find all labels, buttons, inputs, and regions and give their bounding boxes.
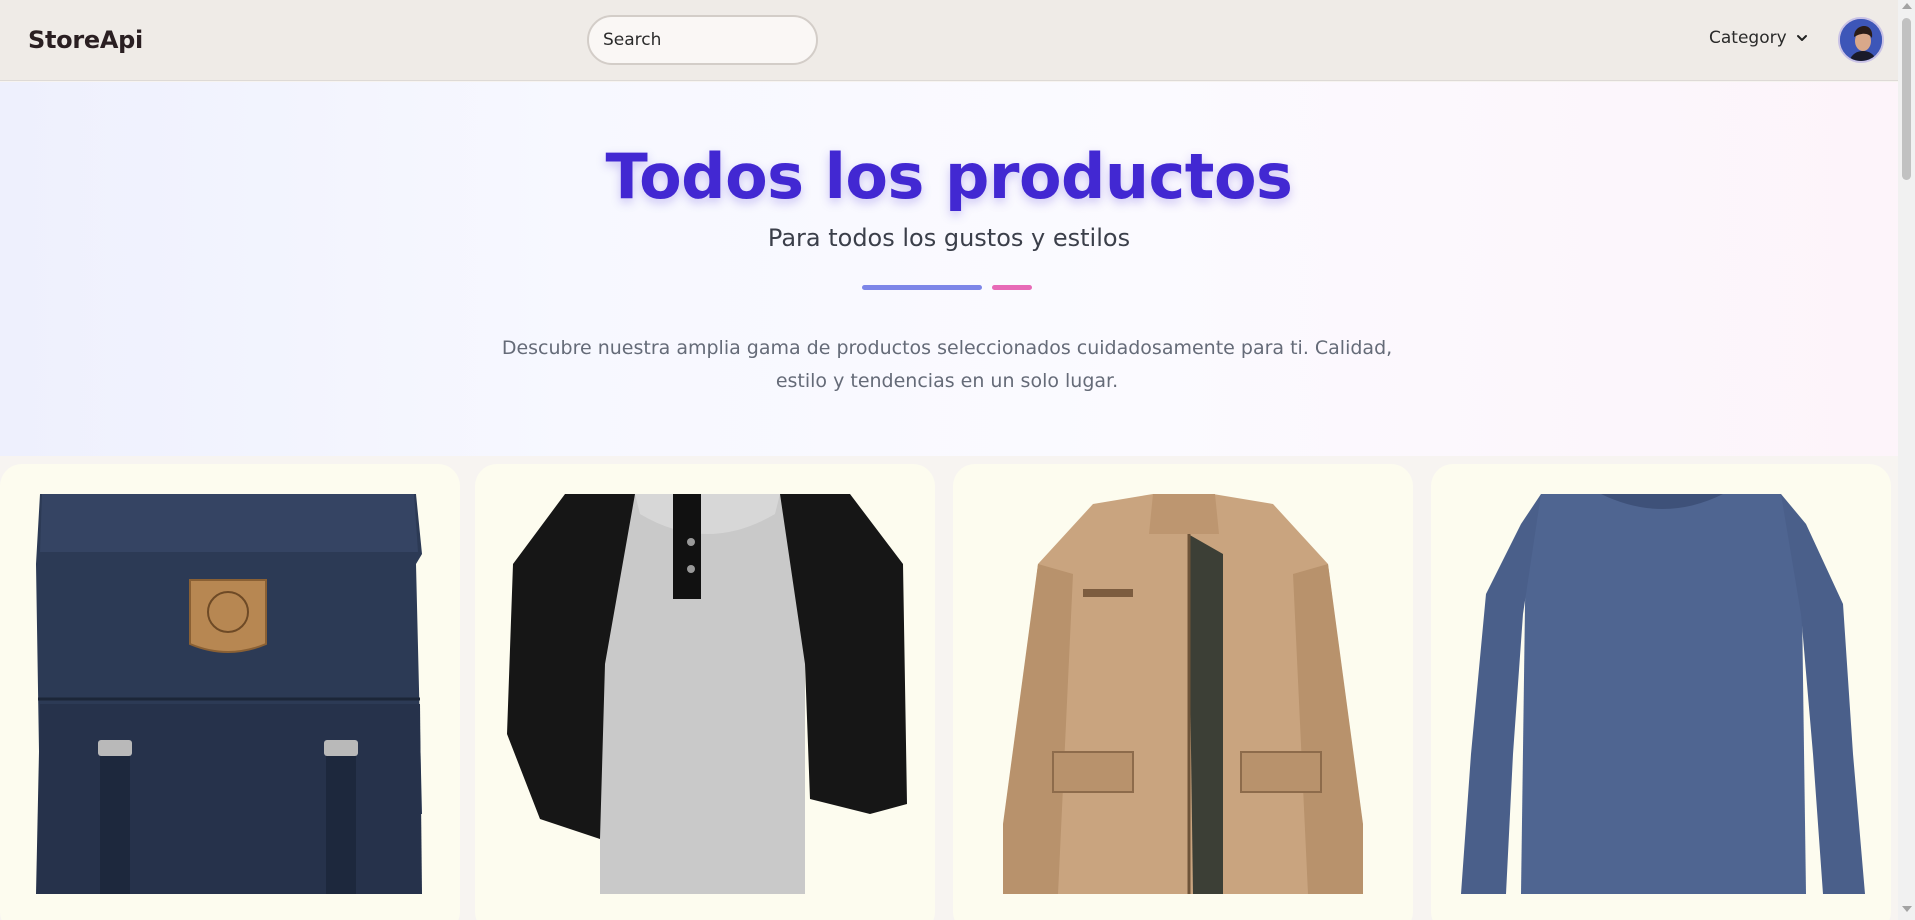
product-image-shirt xyxy=(507,494,907,894)
product-image-jacket xyxy=(1003,494,1363,894)
category-label: Category xyxy=(1709,28,1787,48)
page-title: Todos los productos xyxy=(605,140,1293,213)
accent-bar-blue xyxy=(862,285,982,290)
search-input[interactable] xyxy=(587,15,818,65)
accent-bar-pink xyxy=(992,285,1032,290)
brand-logo[interactable]: StoreApi xyxy=(28,26,143,54)
scroll-thumb[interactable] xyxy=(1902,18,1911,180)
chevron-down-icon xyxy=(1796,35,1807,41)
navbar: StoreApi Category xyxy=(0,0,1898,81)
product-card[interactable] xyxy=(0,464,460,920)
vertical-scrollbar[interactable] xyxy=(1898,0,1915,920)
hero-subtitle: Para todos los gustos y estilos xyxy=(767,224,1131,252)
product-card[interactable] xyxy=(953,464,1413,920)
product-card[interactable] xyxy=(475,464,935,920)
product-card[interactable] xyxy=(1431,464,1891,920)
category-dropdown[interactable]: Category xyxy=(1709,28,1809,48)
scroll-up-arrow-icon[interactable] xyxy=(1902,3,1912,9)
avatar[interactable] xyxy=(1838,17,1884,63)
hero-description: Descubre nuestra amplia gama de producto… xyxy=(501,337,1393,392)
product-image-backpack xyxy=(36,494,422,894)
hero-section: Todos los productos Para todos los gusto… xyxy=(0,82,1898,456)
product-image-longsleeve xyxy=(1461,494,1865,894)
scroll-down-arrow-icon[interactable] xyxy=(1902,906,1912,912)
